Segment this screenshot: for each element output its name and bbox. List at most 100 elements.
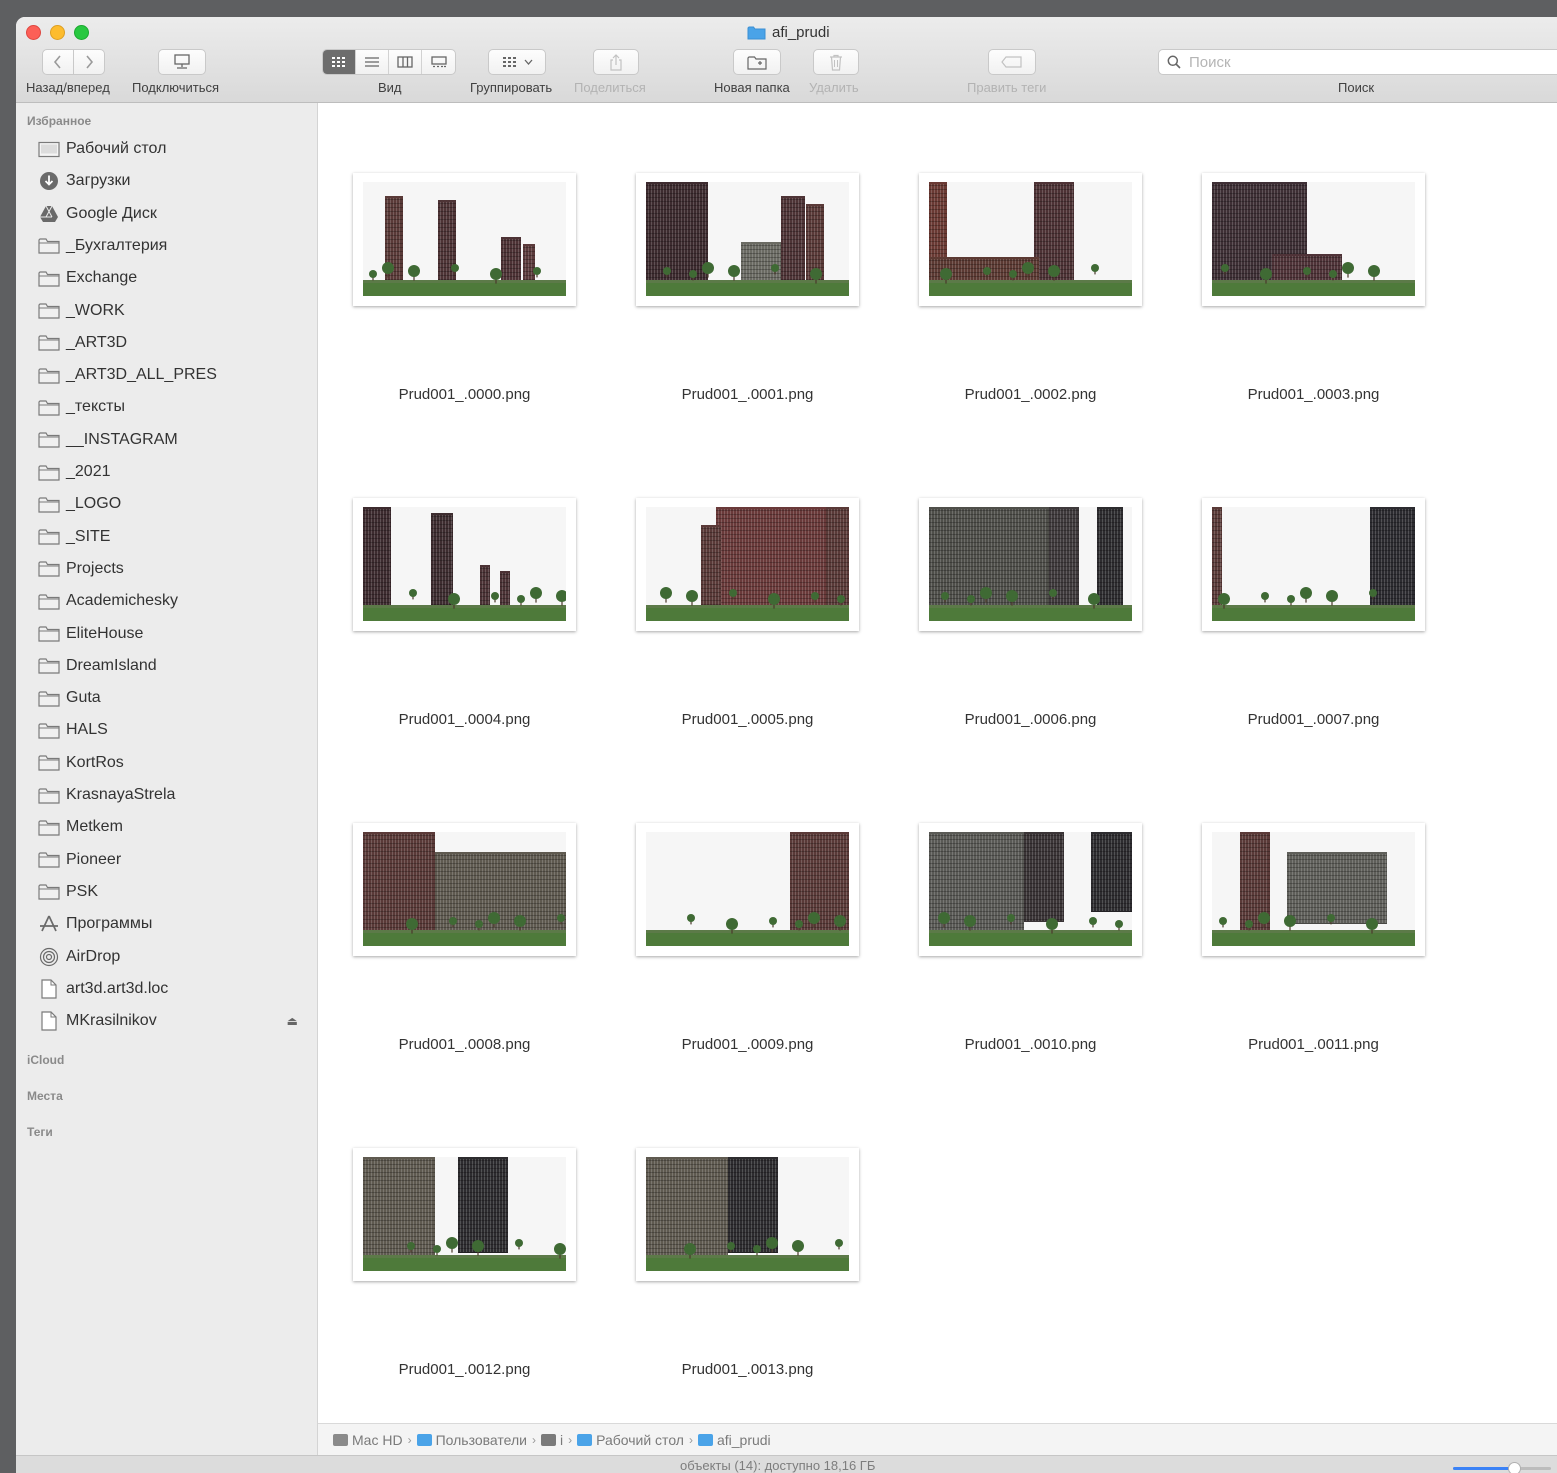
sidebar-header-icloud[interactable]: iCloud: [27, 1053, 64, 1067]
file-thumbnail[interactable]: [919, 173, 1142, 306]
chevron-left-icon: [53, 55, 61, 69]
file-thumbnail[interactable]: [919, 823, 1142, 956]
file-name[interactable]: Prud001_.0003.png: [1167, 386, 1460, 403]
file-thumbnail[interactable]: [353, 173, 576, 306]
trash-icon: [830, 54, 842, 71]
sidebar-header-places[interactable]: Места: [27, 1089, 63, 1103]
sidebar-item[interactable]: Metkem: [38, 815, 308, 839]
sidebar-item[interactable]: _LOGO: [38, 492, 308, 516]
sidebar-item[interactable]: Guta: [38, 686, 308, 710]
icon-size-slider-knob[interactable]: [1507, 1462, 1521, 1473]
edit-tags-button[interactable]: [988, 49, 1036, 75]
sidebar-item[interactable]: HALS: [38, 718, 308, 742]
file-name[interactable]: Prud001_.0004.png: [318, 711, 611, 728]
window-title: afi_prudi: [747, 23, 830, 41]
back-button[interactable]: [42, 49, 74, 75]
file-name[interactable]: Prud001_.0005.png: [601, 711, 894, 728]
file-name[interactable]: Prud001_.0011.png: [1167, 1036, 1460, 1053]
sidebar-item[interactable]: Загрузки: [38, 169, 308, 193]
path-segment[interactable]: Пользователи: [416, 1432, 527, 1448]
list-icon: [365, 57, 379, 67]
file-name[interactable]: Prud001_.0002.png: [884, 386, 1177, 403]
sidebar-item[interactable]: Exchange: [38, 266, 308, 290]
sidebar-item[interactable]: AirDrop: [38, 945, 308, 969]
sidebar-header-tags[interactable]: Теги: [27, 1125, 53, 1139]
new-folder-button[interactable]: [733, 49, 781, 75]
sidebar-item[interactable]: Projects: [38, 557, 308, 581]
file-thumbnail[interactable]: [1202, 498, 1425, 631]
delete-button[interactable]: [813, 49, 859, 75]
share-button[interactable]: [593, 49, 639, 75]
file-thumbnail[interactable]: [353, 498, 576, 631]
list-view-button[interactable]: [356, 50, 389, 74]
path-segment-label: Рабочий стол: [596, 1431, 684, 1448]
sidebar-item[interactable]: _ART3D_ALL_PRES: [38, 363, 308, 387]
eject-icon[interactable]: ⏏: [287, 1014, 298, 1028]
minimize-button[interactable]: [50, 25, 65, 40]
sidebar-item[interactable]: Academichesky: [38, 589, 308, 613]
file-thumbnail[interactable]: [919, 498, 1142, 631]
new-folder-icon: [747, 55, 767, 70]
file-thumbnail[interactable]: [636, 1148, 859, 1281]
file-name[interactable]: Prud001_.0013.png: [601, 1361, 894, 1378]
path-segment[interactable]: afi_prudi: [697, 1432, 771, 1448]
sidebar-item[interactable]: MKrasilnikov ⏏: [38, 1009, 308, 1033]
sidebar-item-label: PSK: [66, 882, 99, 900]
sidebar-item[interactable]: art3d.art3d.loc: [38, 977, 308, 1001]
search-field[interactable]: [1158, 49, 1557, 75]
file-name[interactable]: Prud001_.0010.png: [884, 1036, 1177, 1053]
path-segment[interactable]: Mac HD: [333, 1432, 403, 1448]
path-segment[interactable]: i: [540, 1431, 564, 1448]
file-grid: Prud001_.0000.png Prud001_.0001.png Prud00…: [318, 103, 1557, 1423]
sidebar-item[interactable]: _2021: [38, 460, 308, 484]
file-name[interactable]: Prud001_.0009.png: [601, 1036, 894, 1053]
zoom-button[interactable]: [74, 25, 89, 40]
gallery-view-button[interactable]: [422, 50, 455, 74]
sidebar-item[interactable]: Рабочий стол: [38, 137, 308, 161]
render-preview-image: [929, 182, 1132, 296]
search-input[interactable]: [1187, 52, 1551, 72]
sidebar-item-label: Загрузки: [66, 172, 131, 190]
column-view-button[interactable]: [389, 50, 422, 74]
file-name[interactable]: Prud001_.0012.png: [318, 1361, 611, 1378]
file-name[interactable]: Prud001_.0006.png: [884, 711, 1177, 728]
sidebar-item[interactable]: __INSTAGRAM: [38, 428, 308, 452]
sidebar-item[interactable]: Pioneer: [38, 848, 308, 872]
sidebar-item[interactable]: Программы: [38, 912, 308, 936]
file-name[interactable]: Prud001_.0000.png: [318, 386, 611, 403]
sidebar-item[interactable]: KortRos: [38, 751, 308, 775]
view-mode-control[interactable]: [322, 49, 456, 75]
group-button[interactable]: [488, 49, 546, 75]
icon-size-slider[interactable]: [1453, 1462, 1551, 1473]
file-name[interactable]: Prud001_.0008.png: [318, 1036, 611, 1053]
sidebar-item[interactable]: Google Диск: [38, 202, 308, 226]
file-thumbnail[interactable]: [636, 498, 859, 631]
path-segment[interactable]: Рабочий стол: [577, 1432, 684, 1448]
file-thumbnail[interactable]: [353, 823, 576, 956]
document-icon: [38, 1011, 60, 1031]
sidebar-item[interactable]: EliteHouse: [38, 622, 308, 646]
forward-button[interactable]: [73, 49, 105, 75]
connect-button[interactable]: [158, 49, 206, 75]
file-thumbnail[interactable]: [1202, 173, 1425, 306]
sidebar-item[interactable]: KrasnayaStrela: [38, 783, 308, 807]
group-label: Группировать: [470, 80, 553, 95]
sidebar-item[interactable]: _Бухгалтерия: [38, 234, 308, 258]
file-thumbnail[interactable]: [353, 1148, 576, 1281]
path-segment-label: i: [559, 1431, 564, 1448]
icon-view-button[interactable]: [323, 50, 356, 74]
file-name[interactable]: Prud001_.0001.png: [601, 386, 894, 403]
file-thumbnail[interactable]: [1202, 823, 1425, 956]
sidebar-item[interactable]: _WORK: [38, 299, 308, 323]
close-button[interactable]: [26, 25, 41, 40]
tag-icon: [1001, 56, 1022, 68]
sidebar-item[interactable]: _ART3D: [38, 331, 308, 355]
gallery-icon: [430, 56, 447, 68]
file-thumbnail[interactable]: [636, 823, 859, 956]
sidebar-item[interactable]: _SITE: [38, 525, 308, 549]
sidebar-item[interactable]: PSK: [38, 880, 308, 904]
sidebar-item[interactable]: DreamIsland: [38, 654, 308, 678]
sidebar-item[interactable]: _тексты: [38, 395, 308, 419]
file-name[interactable]: Prud001_.0007.png: [1167, 711, 1460, 728]
file-thumbnail[interactable]: [636, 173, 859, 306]
